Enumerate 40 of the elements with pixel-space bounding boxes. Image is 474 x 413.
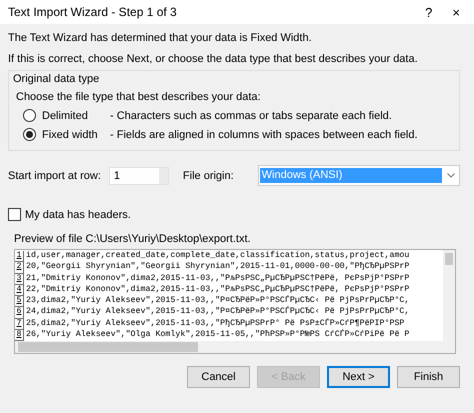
file-origin-label: File origin: <box>182 170 234 182</box>
intro-text: The Text Wizard has determined that your data is Fixed Width. <box>8 32 313 44</box>
dialog-button[interactable]: Next > <box>327 366 390 388</box>
option-description: - Characters such as commas or tabs separate each field. <box>110 110 392 122</box>
line-number: 5 <box>15 296 24 308</box>
dialog-button[interactable]: Finish <box>397 366 460 388</box>
window-title: Text Import Wizard - Step 1 of 3 <box>8 5 178 19</box>
preview-line: id,user,manager,created_date,complete_date,classification,status,project,amou <box>26 251 410 262</box>
group-title: Original data type <box>13 73 100 85</box>
radio-button[interactable] <box>23 109 36 122</box>
preview-label: Preview of file C:\Users\Yuriy\Desktop\export.txt. <box>14 233 252 245</box>
instruction-text: If this is correct, choose Next, or choose the data type that best describes your data. <box>8 53 419 65</box>
preview-line: 24,dima2,"Yuriy Alekseev",2015-11-03,,"P¤CЂPëP»P°PSCЃPµCЂC‹ Pë PjPsPrPµCЂP°C, <box>26 307 410 318</box>
group-prompt: Choose the file type that best describes your data: <box>16 91 262 103</box>
radio-button[interactable] <box>23 128 36 141</box>
horizontal-scrollbar[interactable] <box>15 341 455 354</box>
close-button[interactable]: × <box>446 4 466 20</box>
help-button[interactable]: ? <box>419 4 438 20</box>
line-number: 2 <box>15 262 24 274</box>
line-number: 3 <box>15 274 24 285</box>
line-number: 1 <box>15 251 24 262</box>
chevron-down-icon <box>447 173 455 178</box>
line-number: 6 <box>15 307 24 319</box>
line-number: 4 <box>15 284 24 296</box>
preview-line: 22,"Dmitriy Kononov",dima2,2015-11-03,,"PљPsPSC„PµCЂPµPSC†PëPë, PєPsPjP°PSPrP <box>26 284 410 295</box>
headers-checkbox[interactable] <box>8 208 21 221</box>
line-number: 7 <box>15 318 24 330</box>
preview-line: 26,"Yuriy Alekseev","Olga Komlyk",2015-11-05,,"PћPSP»P°P№PS CѓCЃP»CѓPiPë Pë P <box>26 330 410 342</box>
option-description: - Fields are aligned in columns with spaces between each field. <box>110 128 418 140</box>
preview-line: 23,dima2,"Yuriy Alekseev",2015-11-03,,"P¤CЂPëP»P°PSCЃPµCЂC‹ Pë PjPsPrPµCЂP°C, <box>26 296 410 306</box>
preview-line: 21,"Dmitriy Kononov",dima2,2015-11-03,,"PљPsPSC„PµCЂPµPSC†PëPë, PєPsPjP°PSPrP <box>26 274 410 285</box>
headers-label[interactable]: My data has headers. <box>25 208 131 220</box>
start-row-label: Start import at row: <box>8 170 101 182</box>
dialog-button[interactable]: Cancel <box>187 366 250 388</box>
vertical-scrollbar[interactable] <box>443 250 455 342</box>
option-label[interactable]: Delimited <box>42 110 104 122</box>
preview-line: 25,dima2,"Yuriy Alekseev",2015-11-03,,"PђCЂPµPSPrP° Pë PsP±CЃP»CѓP¶PëPIP°PSP <box>26 318 404 329</box>
preview-line: 20,"Georgii Shyrynian","Georgii Shyrynian",2015-11-01,0000-00-00,"PђCЂPµPSPrP <box>26 262 410 274</box>
option-label[interactable]: Fixed width <box>42 128 104 140</box>
start-row-spinner[interactable]: 1 <box>108 166 169 184</box>
